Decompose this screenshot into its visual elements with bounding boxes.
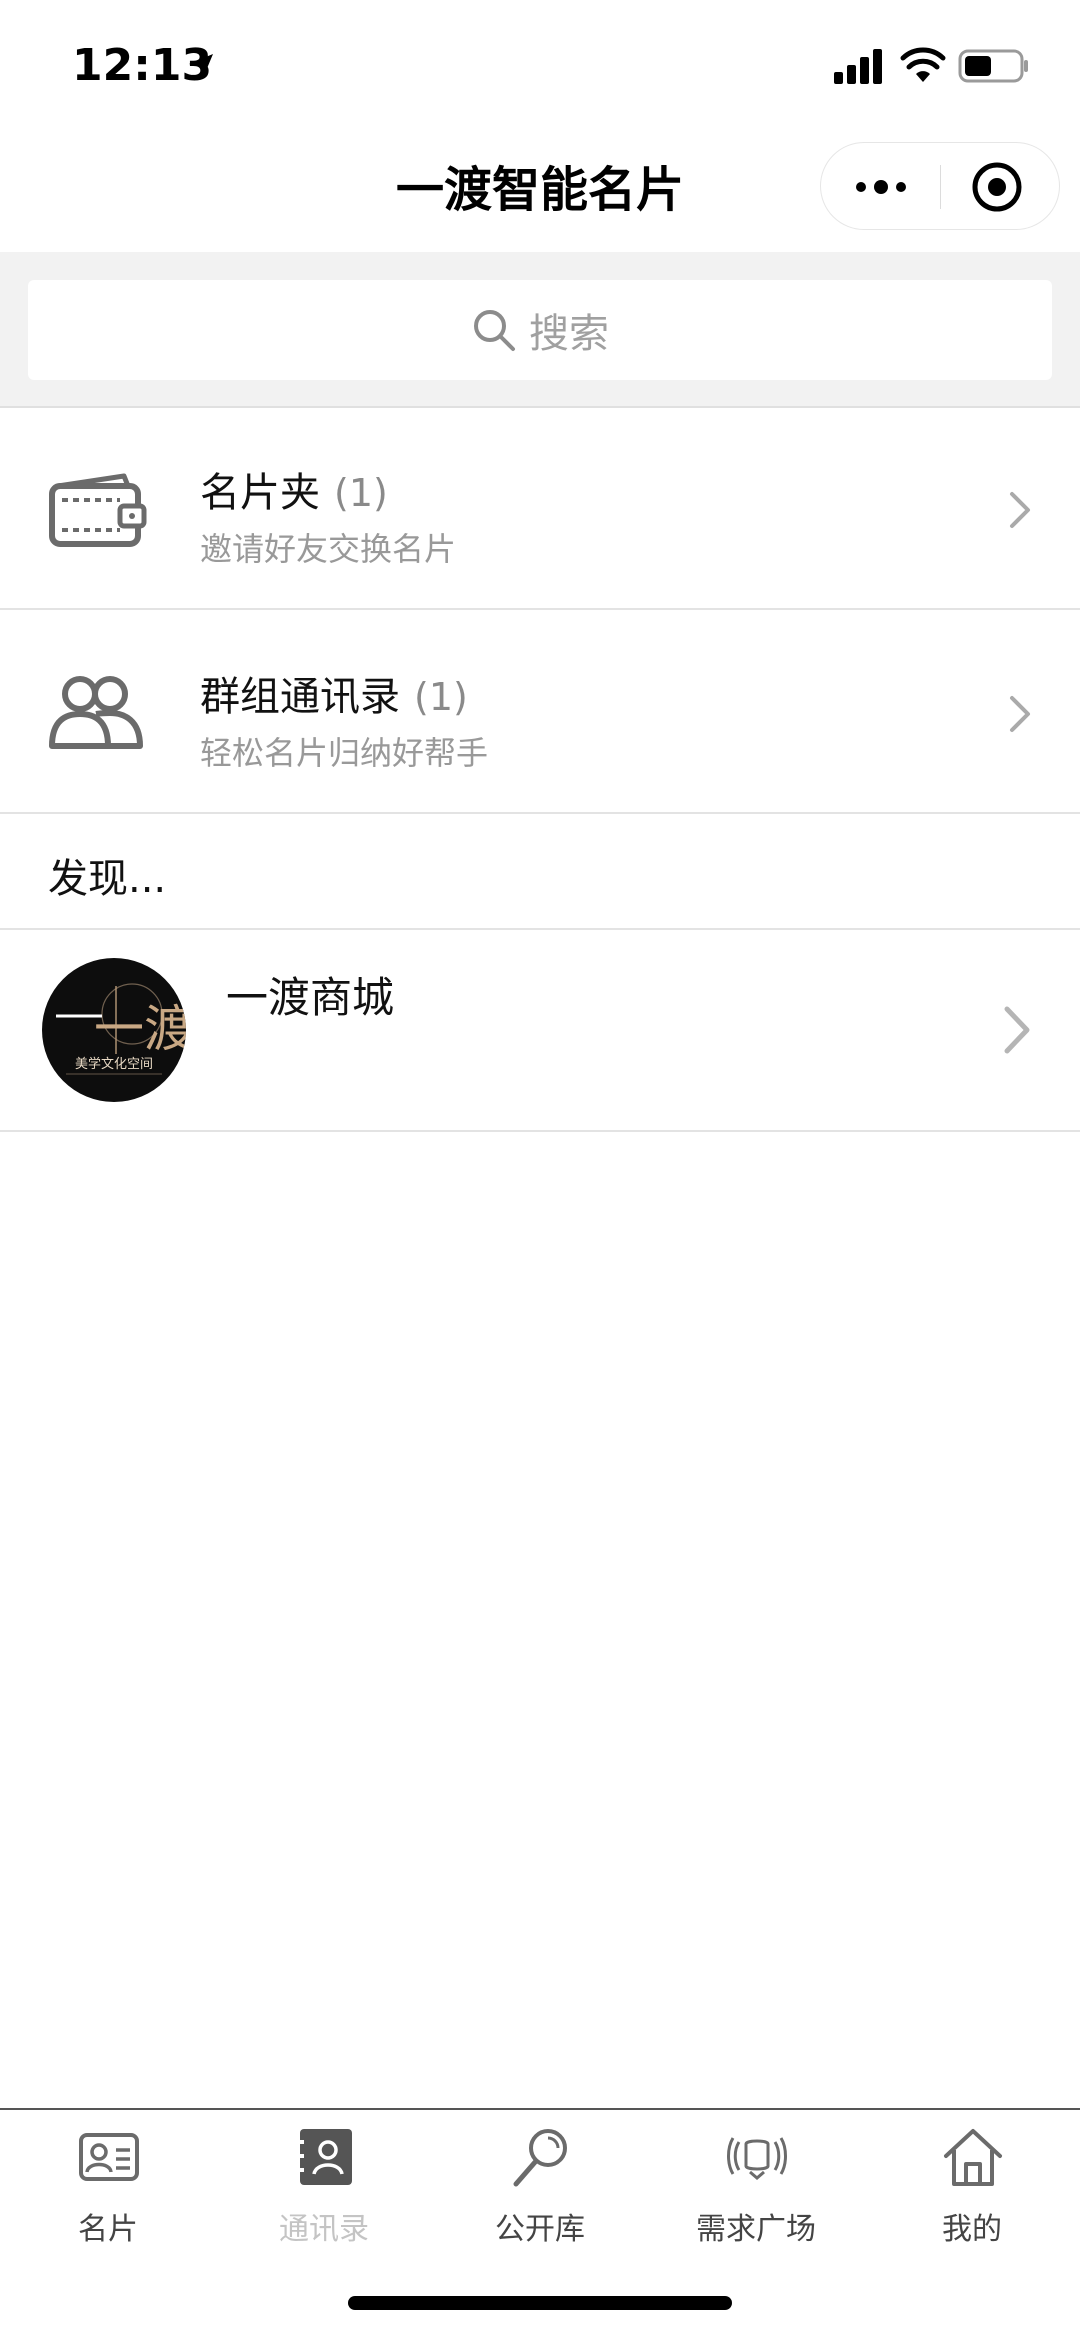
home-indicator xyxy=(348,2296,732,2310)
search-area: 搜索 xyxy=(0,252,1080,408)
row-count: (1) xyxy=(334,471,388,515)
mall-logo-graphic: 一渡 美学文化空间 xyxy=(56,983,186,1075)
chevron-right-icon xyxy=(1004,1006,1030,1054)
page: 12:13 一渡智能名片 搜索 名片夹 (1) 邀请好友交换名片 群组通讯录 (… xyxy=(0,0,1080,2337)
magnifier-icon xyxy=(513,2129,567,2187)
wifi-icon xyxy=(900,47,946,82)
discover-header: 发现... xyxy=(0,816,1080,930)
row-title: 名片夹 (1) xyxy=(200,460,388,518)
wallet-icon xyxy=(49,473,147,547)
tab-label: 通讯录 xyxy=(279,2212,369,2247)
discover-header-text: 发现... xyxy=(48,856,167,902)
group-icon xyxy=(49,676,143,749)
tab-label: 我的 xyxy=(942,2212,1002,2247)
list-item-group-contacts[interactable]: 群组通讯录 (1) 轻松名片归纳好帮手 xyxy=(0,612,1080,814)
search-icon xyxy=(474,310,515,351)
list-item-mall[interactable]: 一渡 美学文化空间 一渡商城 xyxy=(0,930,1080,1132)
location-arrow-icon xyxy=(189,54,213,78)
list-item-card-holder[interactable]: 名片夹 (1) 邀请好友交换名片 xyxy=(0,408,1080,610)
search-placeholder: 搜索 xyxy=(529,311,609,357)
mall-logo-caption: 美学文化空间 xyxy=(75,1056,153,1072)
row-count: (1) xyxy=(414,675,468,719)
tab-label: 名片 xyxy=(78,2212,138,2247)
contacts-icon xyxy=(296,2129,352,2185)
home-icon xyxy=(944,2129,1002,2186)
row-title-text: 群组通讯录 xyxy=(200,674,400,720)
tab-mine[interactable]: 我的 xyxy=(864,2110,1080,2337)
status-bar: 12:13 xyxy=(0,0,1080,130)
tab-label: 公开库 xyxy=(495,2212,585,2247)
broadcast-icon xyxy=(727,2137,787,2180)
capsule-divider xyxy=(940,165,941,209)
card-icon xyxy=(79,2133,139,2181)
row-title: 群组通讯录 (1) xyxy=(200,664,468,722)
mall-title: 一渡商城 xyxy=(226,973,395,1022)
row-subtitle: 轻松名片归纳好帮手 xyxy=(200,734,489,772)
mall-logo: 一渡 美学文化空间 xyxy=(42,958,186,1102)
mall-logo-mark: 一渡 xyxy=(94,1000,186,1058)
close-target-icon[interactable] xyxy=(969,159,1025,215)
search-input[interactable]: 搜索 xyxy=(28,280,1052,380)
tab-label: 需求广场 xyxy=(696,2212,816,2247)
mini-program-capsule xyxy=(820,142,1060,230)
row-title-text: 名片夹 xyxy=(200,470,320,516)
chevron-right-icon xyxy=(1010,696,1030,732)
more-dots-icon[interactable] xyxy=(851,165,911,209)
cellular-signal-icon xyxy=(834,49,882,84)
row-subtitle: 邀请好友交换名片 xyxy=(200,530,457,568)
battery-icon xyxy=(958,49,1028,83)
tab-card[interactable]: 名片 xyxy=(0,2110,216,2337)
chevron-right-icon xyxy=(1010,492,1030,528)
